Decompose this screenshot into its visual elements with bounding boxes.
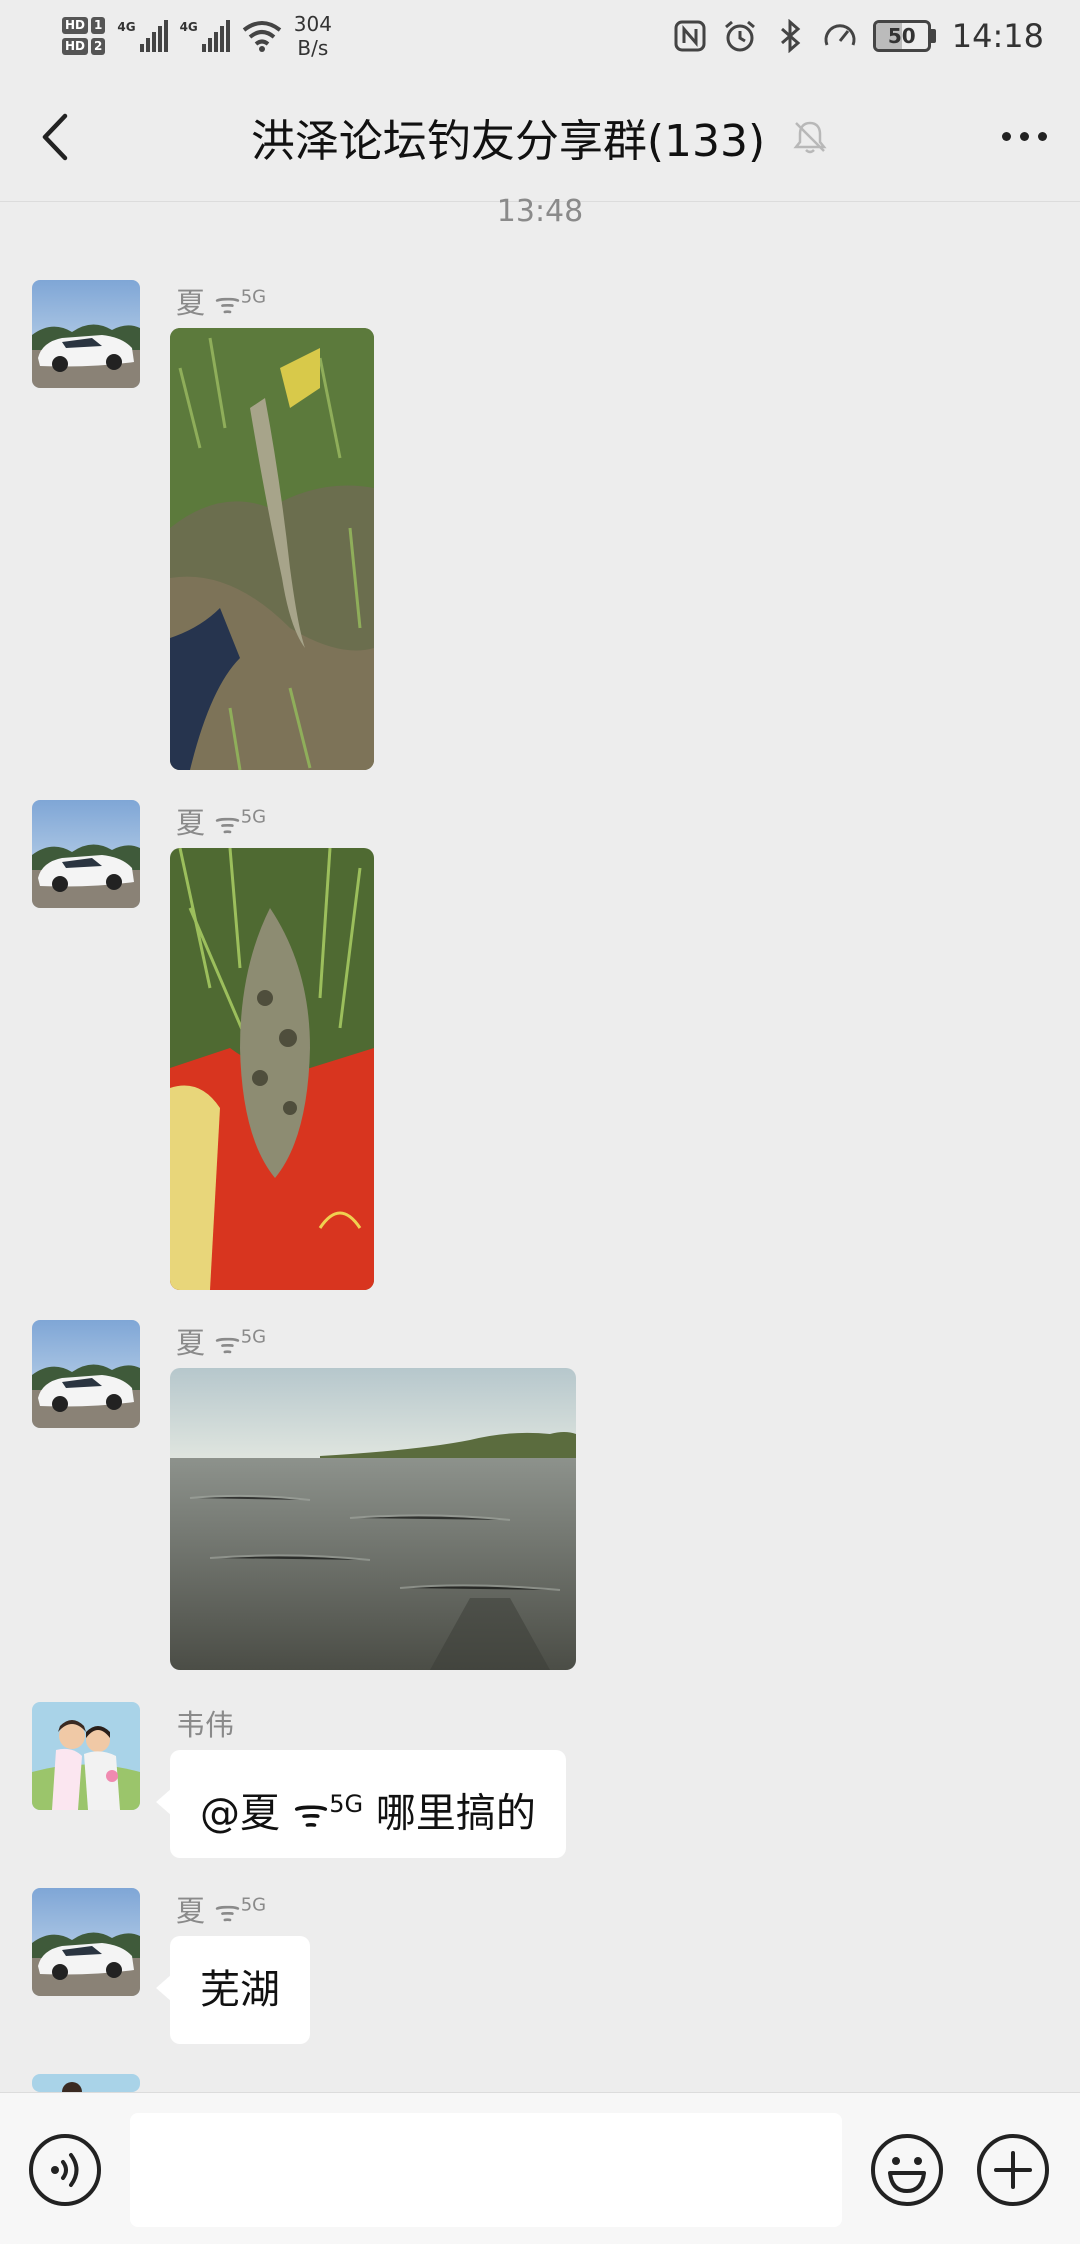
speed-unit: B/s	[297, 36, 329, 60]
speedometer-icon	[824, 24, 856, 46]
signal-sim1-icon: 4G	[117, 20, 168, 52]
chat-header: 洪泽论坛钓友分享群(133)	[0, 72, 1080, 202]
voice-icon	[29, 2134, 101, 2206]
avatar-xia[interactable]	[32, 1888, 140, 1996]
network-type-1: 4G	[117, 20, 136, 34]
more-button[interactable]	[970, 72, 1080, 202]
sender-name: 夏 ᯤ5G	[176, 286, 267, 320]
image-message-spotted-fish[interactable]	[170, 848, 374, 1290]
sim1-hd-badge: HD 1	[62, 17, 106, 34]
chat-screen: HD 1 HD 2 4G 4G 304 B/s 50 14:18 洪泽论坛钓友分…	[0, 0, 1080, 2244]
alarm-icon	[724, 20, 755, 52]
status-bar: HD 1 HD 2 4G 4G 304 B/s 50 14:18	[0, 0, 1080, 72]
avatar-xia[interactable]	[32, 280, 140, 388]
voice-button[interactable]	[28, 2133, 102, 2207]
sender-name: 夏 ᯤ5G	[176, 1894, 267, 1928]
emoji-icon	[871, 2134, 943, 2206]
signal-sim2-icon: 4G	[180, 20, 230, 52]
wifi-icon	[242, 21, 282, 52]
sender-name: 夏 ᯤ5G	[176, 806, 267, 840]
image-message-river[interactable]	[170, 1368, 576, 1670]
network-speed: 304 B/s	[294, 12, 332, 60]
more-dots-icon	[1002, 132, 1012, 141]
sim2-number: 2	[91, 38, 106, 55]
status-right: 50 14:18	[673, 17, 1044, 55]
mention: @夏	[200, 1790, 280, 1837]
chat-title: 洪泽论坛钓友分享群(133)	[250, 115, 766, 167]
message-text: 芜湖	[200, 1967, 280, 2013]
title-area: 洪泽论坛钓友分享群(133)	[251, 105, 829, 169]
back-button[interactable]	[0, 72, 110, 202]
more-actions-button[interactable]	[976, 2133, 1050, 2207]
image-message-fish[interactable]	[170, 328, 374, 770]
nfc-icon	[674, 20, 706, 52]
avatar-xia[interactable]	[32, 800, 140, 908]
sim2-hd-badge: HD 2	[62, 38, 106, 55]
message-text: 哪里搞的	[375, 1790, 536, 1837]
text-message-bubble[interactable]: @夏 ᯤ5G 哪里搞的	[156, 1750, 566, 1858]
plus-icon	[977, 2134, 1049, 2206]
status-time: 14:18	[951, 17, 1044, 55]
input-bar	[0, 2092, 1080, 2244]
message-input[interactable]	[130, 2113, 842, 2227]
battery-icon: 50	[872, 20, 936, 52]
message-timestamp: 13:48	[496, 194, 584, 229]
hd-label: HD	[62, 17, 89, 34]
avatar-weiwei[interactable]	[32, 2074, 140, 2092]
sim1-number: 1	[91, 17, 106, 34]
chevron-left-icon	[42, 113, 68, 160]
sender-name: 夏 ᯤ5G	[176, 1326, 267, 1360]
battery-level: 50	[887, 24, 916, 48]
emoji-button[interactable]	[870, 2133, 944, 2207]
text-message-bubble[interactable]: 芜湖	[156, 1936, 310, 2044]
bell-off-icon	[793, 121, 827, 153]
sim-indicators: HD 1 HD 2	[62, 17, 106, 55]
sender-name: 韦伟	[176, 1708, 235, 1742]
speed-value: 304	[293, 12, 332, 36]
bluetooth-icon	[780, 19, 801, 53]
avatar-xia[interactable]	[32, 1320, 140, 1428]
network-type-2: 4G	[179, 20, 198, 34]
avatar-weiwei[interactable]	[32, 1702, 140, 1810]
status-left: HD 1 HD 2 4G 4G 304 B/s	[62, 12, 332, 60]
hd-label: HD	[62, 38, 89, 55]
